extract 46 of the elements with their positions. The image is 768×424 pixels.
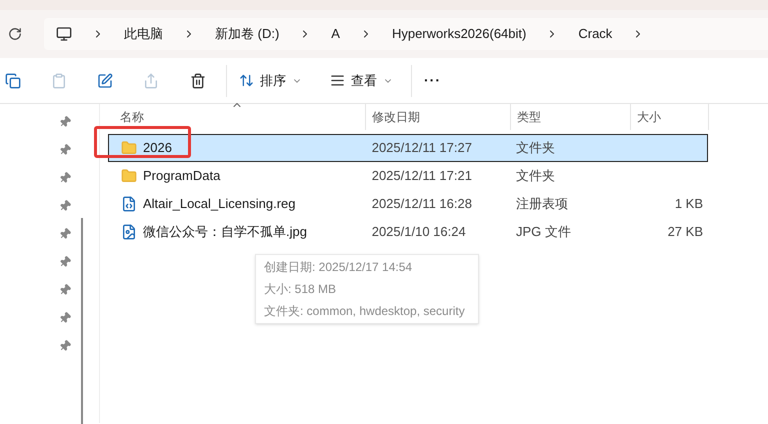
tooltip-text: 文件夹: common, hwdesktop, security bbox=[264, 303, 466, 320]
copy-icon[interactable] bbox=[5, 72, 21, 88]
file-name: 2026 bbox=[143, 139, 172, 158]
computer-icon bbox=[56, 26, 72, 42]
modified-date: 2025/12/11 17:21 bbox=[372, 168, 472, 184]
modified-date: 2025/12/11 17:27 bbox=[372, 140, 472, 156]
file-row[interactable]: 2026 2025/12/11 17:27 文件夹 bbox=[108, 134, 708, 162]
sort-button[interactable]: 排序 bbox=[239, 70, 302, 90]
view-button[interactable]: 查看 bbox=[330, 70, 393, 90]
file-type: 文件夹 bbox=[516, 168, 555, 184]
tooltip-text: 创建日期: 2025/12/17 14:54 bbox=[264, 259, 414, 276]
folder-icon bbox=[121, 140, 137, 156]
address-bar[interactable]: 此电脑 新加卷 (D:) A Hyperworks2026(64bit) Crack bbox=[44, 18, 768, 50]
sort-icon bbox=[239, 73, 254, 88]
file-name: Altair_Local_Licensing.reg bbox=[143, 195, 296, 214]
folder-icon bbox=[121, 168, 137, 184]
tooltip-text: 大小: 518 MB bbox=[264, 281, 338, 298]
column-header[interactable]: 修改日期 bbox=[366, 104, 511, 130]
breadcrumb-item[interactable]: Hyperworks2026(64bit) bbox=[392, 24, 526, 44]
column-header[interactable]: 名称 bbox=[108, 104, 366, 130]
modified-date: 2025/1/10 16:24 bbox=[372, 224, 466, 240]
file-type: 注册表项 bbox=[516, 196, 568, 212]
breadcrumb-item[interactable]: 此电脑 bbox=[124, 24, 163, 44]
refresh-icon[interactable] bbox=[8, 27, 22, 41]
file-icon bbox=[121, 196, 137, 212]
delete-icon[interactable] bbox=[190, 72, 206, 88]
rename-icon[interactable] bbox=[97, 72, 113, 88]
file-type: JPG 文件 bbox=[516, 224, 571, 240]
file-name: 微信公众号：自学不孤单.jpg bbox=[143, 223, 307, 242]
file-name: ProgramData bbox=[143, 167, 220, 186]
file-row[interactable]: 微信公众号：自学不孤单.jpg 2025/1/10 16:24 JPG 文件 27 KB bbox=[108, 218, 708, 246]
column-header[interactable]: 类型 bbox=[511, 104, 631, 130]
modified-date: 2025/12/11 16:28 bbox=[372, 196, 472, 212]
image-file-icon bbox=[121, 224, 137, 240]
file-size: 27 KB bbox=[668, 224, 703, 240]
file-type: 文件夹 bbox=[516, 140, 555, 156]
file-size: 1 KB bbox=[674, 196, 703, 212]
file-row[interactable]: Altair_Local_Licensing.reg 2025/12/11 16:28 注册表项 1 KB bbox=[108, 190, 708, 218]
lines-icon bbox=[330, 73, 345, 88]
breadcrumb-item[interactable]: A bbox=[331, 24, 340, 44]
more-button[interactable]: ··· bbox=[424, 70, 441, 91]
breadcrumb-item[interactable]: Crack bbox=[578, 24, 612, 44]
file-row[interactable]: ProgramData 2025/12/11 17:21 文件夹 bbox=[108, 162, 708, 190]
scrollbar[interactable] bbox=[81, 218, 83, 424]
column-header[interactable]: 大小 bbox=[631, 104, 709, 130]
breadcrumb-item[interactable]: 新加卷 (D:) bbox=[215, 24, 280, 44]
